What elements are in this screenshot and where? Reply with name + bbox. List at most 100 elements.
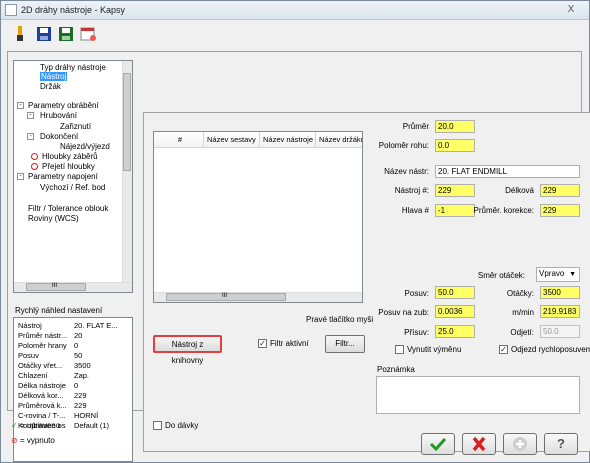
preview-name: Posuv [18, 351, 39, 360]
filter-active-label: Filtr aktivní [270, 339, 309, 348]
tree-item-planes[interactable]: Roviny (WCS) [28, 214, 79, 223]
feed-per-tooth-field[interactable]: 0.0036 [435, 305, 475, 318]
cancel-icon [472, 436, 486, 452]
tool-name-label: Název nástr: [384, 167, 429, 176]
note-label: Poznámka [377, 365, 415, 374]
grid-header-holder-name[interactable]: Název držáku [316, 132, 362, 148]
preview-value: 50 [74, 351, 83, 360]
collapse-icon[interactable]: - [17, 102, 24, 109]
tree-horizontal-scrollbar[interactable]: III [14, 282, 132, 292]
tree-item-home-ref-point[interactable]: Výchozí / Ref. bod [40, 183, 105, 192]
filter-active-checkbox[interactable]: ✓ [258, 339, 267, 348]
dropdown-arrow-icon: ▼ [569, 271, 576, 278]
tree-item-finishing[interactable]: Dokončení [40, 132, 78, 141]
spindle-direction-select[interactable]: Vpravo ▼ [536, 267, 580, 282]
retract-rate-label: Odjetí: [510, 328, 534, 337]
preview-name: Otáčky vřet... [18, 361, 63, 370]
save-icon[interactable] [35, 25, 53, 43]
tree-item-cut-params[interactable]: Parametry obrábění [28, 101, 99, 110]
tool-number-label: Nástroj #: [394, 186, 429, 195]
preview-value: 20. FLAT E... [74, 321, 118, 330]
length-comp-label: Délková [505, 186, 534, 195]
scroll-grip: III [52, 283, 58, 289]
close-button[interactable]: X [559, 3, 583, 17]
tree-item-roughing[interactable]: Hrubování [40, 111, 77, 120]
help-button[interactable]: ? [544, 433, 578, 455]
force-change-label: Vynutit výměnu [407, 345, 462, 354]
preview-name: Délka nástroje [18, 381, 66, 390]
head-number-label: Hlava # [401, 206, 429, 215]
preview-value: 229 [74, 401, 87, 410]
grid-header-assembly[interactable]: Název sestavy [204, 132, 260, 148]
checkmark-icon: ✓ [11, 421, 18, 430]
tree-item-holder[interactable]: Držák [40, 82, 61, 91]
legend-edited: ✓ = upraveno [11, 421, 60, 430]
calendar-icon[interactable] [79, 25, 97, 43]
collapse-icon[interactable]: - [27, 112, 34, 119]
dialog-window: 2D dráhy nástroje - Kapsy X Typ dráhy ná… [0, 0, 590, 463]
diameter-label: Průměr [402, 122, 429, 131]
preview-name: Průměrová k... [18, 401, 67, 410]
tree-item-tool[interactable]: Nástroj [40, 72, 68, 81]
disabled-icon: ⊘ [11, 436, 18, 445]
plunge-rate-label: Přísuv: [404, 328, 429, 337]
ok-button[interactable] [421, 433, 455, 455]
tree-item-lead-in-out[interactable]: Nájezd/výjezd [60, 142, 110, 151]
tree-item-entry[interactable]: Zařiznutí [60, 122, 91, 131]
grid-header-number[interactable]: # [154, 132, 204, 148]
filter-button[interactable]: Filtr... [325, 335, 365, 353]
corner-radius-label: Poloměr rohu: [378, 141, 429, 150]
tool-grid[interactable]: # Název sestavy Název nástroje Název drž… [153, 131, 363, 303]
tool-number-field[interactable]: 229 [435, 184, 475, 197]
rapid-retract-checkbox[interactable]: ✓ [499, 345, 508, 354]
toolbar [1, 21, 589, 47]
ok-icon [429, 437, 447, 452]
grid-horizontal-scrollbar[interactable]: III [154, 292, 362, 302]
collapse-icon[interactable]: - [17, 173, 24, 180]
batch-checkbox[interactable] [153, 421, 162, 430]
retract-rate-field[interactable]: 50.0 [540, 325, 580, 338]
preview-name: Nástroj [18, 321, 42, 330]
collapse-icon[interactable]: - [27, 133, 34, 140]
tool-icon[interactable] [11, 25, 29, 43]
window-title: 2D dráhy nástroje - Kapsy [21, 5, 126, 15]
tool-name-field[interactable]: 20. FLAT ENDMILL [435, 165, 580, 178]
title-bar: 2D dráhy nástroje - Kapsy X [1, 1, 589, 20]
diameter-comp-label: Průměr. korekce: [473, 206, 534, 215]
cancel-button[interactable] [462, 433, 496, 455]
head-number-field[interactable]: -1 [435, 204, 475, 217]
preview-name: Chlazení [18, 371, 48, 380]
rapid-retract-label: Odjezd rychloposuvem [511, 345, 590, 354]
diameter-comp-field[interactable]: 229 [540, 204, 580, 217]
save-all-icon[interactable] [57, 25, 75, 43]
spindle-direction-value: Vpravo [539, 269, 565, 278]
grid-header-tool-name[interactable]: Název nástroje [260, 132, 316, 148]
preview-value: 229 [74, 391, 87, 400]
feed-rate-field[interactable]: 50.0 [435, 286, 475, 299]
preview-name: Poloměr hrany [18, 341, 67, 350]
legend-disabled: ⊘ = vypnuto [11, 436, 55, 445]
tree-item-toolpath-type[interactable]: Typ dráhy nástroje [40, 63, 106, 72]
tree-item-depth-cuts[interactable]: Hloubky záběrů [42, 152, 98, 161]
spindle-speed-field[interactable]: 3500 [540, 286, 580, 299]
batch-label: Do dávky [165, 421, 199, 430]
note-textarea[interactable] [376, 376, 580, 414]
tree-vertical-scrollbar[interactable] [122, 61, 132, 283]
force-change-checkbox[interactable] [395, 345, 404, 354]
preview-name: Průměr nástr... [18, 331, 68, 340]
legend-edited-text: = upraveno [19, 421, 61, 430]
tree-item-arc-filter[interactable]: Filtr / Tolerance oblouk [28, 204, 108, 213]
surface-speed-field[interactable]: 219.9183 [540, 305, 580, 318]
corner-radius-field[interactable]: 0.0 [435, 139, 475, 152]
tree-item-break-through[interactable]: Přejetí hloubky [42, 162, 95, 171]
plunge-rate-field[interactable]: 25.0 [435, 325, 475, 338]
length-comp-field[interactable]: 229 [540, 184, 580, 197]
tool-library-button[interactable]: Nástroj z knihovny [153, 335, 222, 365]
preview-value: Default (1) [74, 421, 110, 430]
tree-item-linking-params[interactable]: Parametry napojení [28, 172, 98, 181]
diameter-field[interactable]: 20.0 [435, 120, 475, 133]
feed-rate-label: Posuv: [404, 289, 429, 298]
preview-value: 0 [74, 341, 79, 350]
add-button[interactable] [503, 433, 537, 455]
preview-value: 20 [74, 331, 83, 340]
